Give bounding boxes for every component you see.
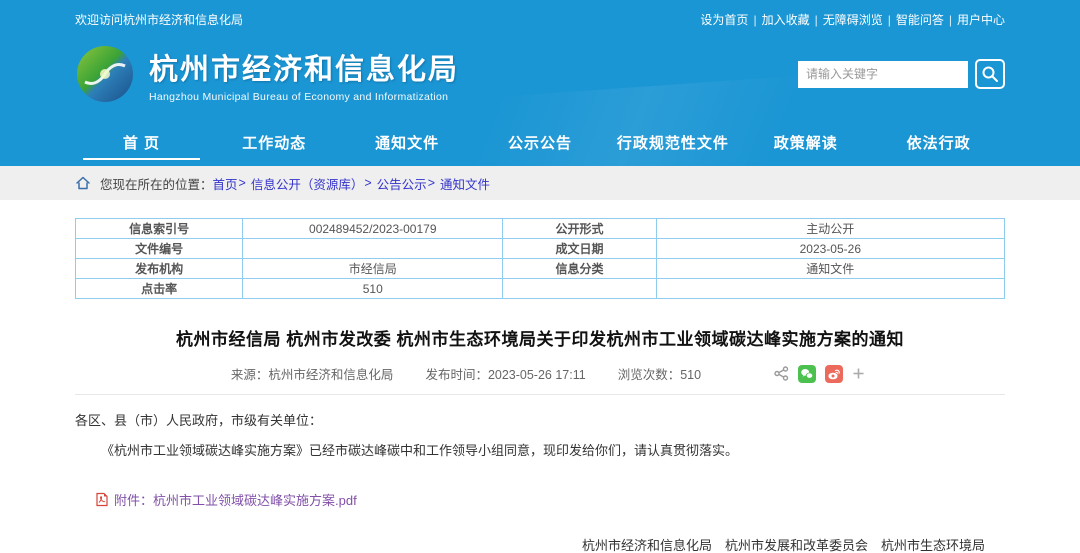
main-nav: 首 页 工作动态 通知文件 公示公告 行政规范性文件 政策解读 依法行政 — [75, 118, 1005, 166]
info-value — [656, 279, 1004, 299]
site-logo-globe-icon — [75, 44, 135, 104]
active-tab-indicator — [83, 158, 200, 160]
separator: | — [815, 13, 818, 27]
breadcrumb-separator: > — [428, 176, 435, 190]
utility-links: 设为首页 | 加入收藏 | 无障碍浏览 | 智能问答 | 用户中心 — [700, 11, 1005, 28]
article-meta: 来源：杭州市经济和信息化局 发布时间：2023-05-26 17:11 浏览次数… — [75, 364, 1005, 383]
more-share-icon[interactable] — [852, 367, 865, 380]
search-box — [798, 59, 1005, 89]
info-label: 成文日期 — [503, 239, 656, 259]
welcome-text: 欢迎访问杭州市经济和信息化局 — [75, 11, 243, 28]
table-row: 文件编号 成文日期 2023-05-26 — [76, 239, 1005, 259]
info-value: 主动公开 — [656, 219, 1004, 239]
user-center-link[interactable]: 用户中心 — [957, 13, 1005, 27]
nav-item-label: 工作动态 — [242, 132, 306, 153]
article-meta-section: 来源：杭州市经济和信息化局 发布时间：2023-05-26 17:11 浏览次数… — [75, 350, 1005, 395]
info-value: 002489452/2023-00179 — [243, 219, 503, 239]
search-icon — [981, 65, 999, 83]
article-body: 各区、县（市）人民政府，市级有关单位： 《杭州市工业领域碳达峰实施方案》已经市碳… — [75, 410, 1005, 459]
site-header: 欢迎访问杭州市经济和信息化局 设为首页 | 加入收藏 | 无障碍浏览 | 智能问答 | 用户中心… — [0, 0, 1080, 166]
weibo-share-icon[interactable] — [825, 365, 843, 383]
info-value: 通知文件 — [656, 259, 1004, 279]
nav-item-label: 政策解读 — [774, 132, 838, 153]
utility-bar: 欢迎访问杭州市经济和信息化局 设为首页 | 加入收藏 | 无障碍浏览 | 智能问答 | 用户中心 — [75, 0, 1005, 30]
home-icon — [75, 175, 91, 191]
article-publish-time: 发布时间：2023-05-26 17:11 — [425, 364, 585, 383]
nav-item-label: 行政规范性文件 — [617, 132, 729, 153]
breadcrumb-link-announcements[interactable]: 公告公示 — [377, 174, 427, 193]
info-label: 发布机构 — [76, 259, 243, 279]
brand-text: 杭州市经济和信息化局 Hangzhou Municipal Bureau of … — [149, 46, 459, 103]
info-table: 信息索引号 002489452/2023-00179 公开形式 主动公开 文件编… — [75, 218, 1005, 299]
article-paragraph: 各区、县（市）人民政府，市级有关单位： — [75, 410, 1005, 429]
info-value: 2023-05-26 — [656, 239, 1004, 259]
info-label: 点击率 — [76, 279, 243, 299]
search-input[interactable] — [798, 61, 968, 88]
pdf-icon — [95, 492, 109, 507]
smart-qa-link[interactable]: 智能问答 — [896, 13, 944, 27]
breadcrumb-prefix: 您现在所在的位置： — [100, 174, 213, 193]
nav-item-law-based-administration[interactable]: 依法行政 — [872, 118, 1005, 166]
nav-item-public-announcements[interactable]: 公示公告 — [474, 118, 607, 166]
info-label — [503, 279, 656, 299]
accessibility-link[interactable]: 无障碍浏览 — [823, 13, 883, 27]
issuing-agencies: 杭州市经济和信息化局 杭州市发展和改革委员会 杭州市生态环境局 — [75, 535, 1005, 553]
breadcrumb-link-notice-documents[interactable]: 通知文件 — [440, 174, 490, 193]
share-icon[interactable] — [774, 366, 789, 381]
info-label: 公开形式 — [503, 219, 656, 239]
nav-item-policy-interpretation[interactable]: 政策解读 — [739, 118, 872, 166]
breadcrumb-link-info-disclosure[interactable]: 信息公开（资源库） — [251, 174, 364, 193]
wechat-share-icon[interactable] — [798, 365, 816, 383]
breadcrumb-separator: > — [364, 176, 371, 190]
nav-item-label: 依法行政 — [907, 132, 971, 153]
brand-row: 杭州市经济和信息化局 Hangzhou Municipal Bureau of … — [75, 30, 1005, 118]
site-title: 杭州市经济和信息化局 — [149, 46, 459, 88]
table-row: 点击率 510 — [76, 279, 1005, 299]
nav-item-label: 通知文件 — [375, 132, 439, 153]
attachment-row: 附件：杭州市工业领域碳达峰实施方案.pdf — [75, 490, 1005, 509]
breadcrumb-link-home[interactable]: 首页 — [213, 174, 238, 193]
article-paragraph: 《杭州市工业领域碳达峰实施方案》已经市碳达峰碳中和工作领导小组同意，现印发给你们… — [75, 440, 1005, 459]
article-source: 来源：杭州市经济和信息化局 — [231, 364, 394, 383]
nav-item-label: 公示公告 — [508, 132, 572, 153]
info-value: 510 — [243, 279, 503, 299]
search-button[interactable] — [975, 59, 1005, 89]
info-label: 信息索引号 — [76, 219, 243, 239]
breadcrumb-bar: 您现在所在的位置： 首页 > 信息公开（资源库） > 公告公示 > 通知文件 — [0, 166, 1080, 200]
breadcrumb: 您现在所在的位置： 首页 > 信息公开（资源库） > 公告公示 > 通知文件 — [75, 166, 1005, 200]
info-value — [243, 239, 503, 259]
add-favorite-link[interactable]: 加入收藏 — [762, 13, 810, 27]
nav-item-work-news[interactable]: 工作动态 — [208, 118, 341, 166]
nav-item-notice-documents[interactable]: 通知文件 — [341, 118, 474, 166]
nav-item-administrative-normative-documents[interactable]: 行政规范性文件 — [606, 118, 739, 166]
info-label: 文件编号 — [76, 239, 243, 259]
attachment-link[interactable]: 附件：杭州市工业领域碳达峰实施方案.pdf — [114, 490, 357, 509]
info-label: 信息分类 — [503, 259, 656, 279]
info-value: 市经信局 — [243, 259, 503, 279]
separator: | — [888, 13, 891, 27]
site-subtitle: Hangzhou Municipal Bureau of Economy and… — [149, 91, 459, 103]
nav-item-home[interactable]: 首 页 — [75, 118, 208, 166]
breadcrumb-separator: > — [239, 176, 246, 190]
table-row: 信息索引号 002489452/2023-00179 公开形式 主动公开 — [76, 219, 1005, 239]
set-homepage-link[interactable]: 设为首页 — [700, 13, 748, 27]
article-view-count: 浏览次数：510 — [618, 364, 701, 383]
share-toolbar — [765, 365, 865, 383]
table-row: 发布机构 市经信局 信息分类 通知文件 — [76, 259, 1005, 279]
article-title: 杭州市经信局 杭州市发改委 杭州市生态环境局关于印发杭州市工业领域碳达峰实施方案… — [75, 325, 1005, 350]
separator: | — [949, 13, 952, 27]
separator: | — [753, 13, 756, 27]
article-page: 信息索引号 002489452/2023-00179 公开形式 主动公开 文件编… — [75, 200, 1005, 553]
nav-item-label: 首 页 — [123, 132, 160, 153]
